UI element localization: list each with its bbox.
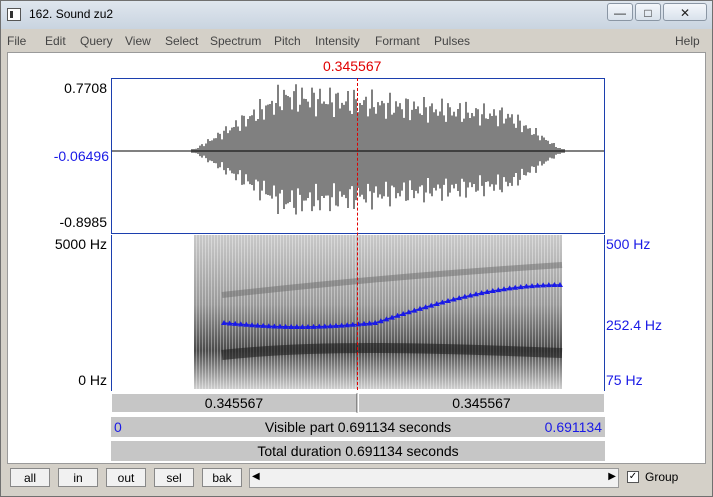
menu-pulses[interactable]: Pulses (434, 34, 470, 48)
title-bar: 162. Sound zu2 — □ ✕ (1, 1, 712, 29)
close-icon[interactable]: ✕ (663, 3, 707, 21)
minimize-icon[interactable]: — (607, 3, 633, 21)
app-icon (7, 8, 21, 21)
total-duration-bar[interactable]: Total duration 0.691134 seconds (111, 441, 605, 461)
menu-query[interactable]: Query (80, 34, 113, 48)
visible-part-text: Visible part 0.691134 seconds (264, 419, 452, 435)
menu-help[interactable]: Help (675, 34, 700, 48)
pitch-bottom-label: 75 Hz (606, 372, 643, 388)
cursor-time-label: 0.345567 (323, 58, 382, 74)
menu-spectrum[interactable]: Spectrum (210, 34, 261, 48)
time-left-segment[interactable]: 0.345567 (111, 393, 357, 413)
zoom-out-button[interactable]: out (106, 468, 146, 487)
pitch-top-label: 500 Hz (606, 236, 651, 252)
menu-pitch[interactable]: Pitch (274, 34, 301, 48)
all-button[interactable]: all (10, 468, 50, 487)
bottom-toolbar: all in out sel bak ◀ ▶ ✓ Group (1, 464, 712, 496)
menu-formant[interactable]: Formant (375, 34, 420, 48)
menu-edit[interactable]: Edit (45, 34, 66, 48)
spectrogram-plot (194, 235, 563, 389)
zoom-in-button[interactable]: in (58, 468, 98, 487)
scroll-right-icon[interactable]: ▶ (608, 471, 616, 482)
time-right-label: 0.345567 (452, 395, 511, 411)
spectrogram-top-freq: 5000 Hz (54, 236, 107, 252)
visible-end: 0.691134 (544, 419, 602, 435)
zoom-selection-button[interactable]: sel (154, 468, 194, 487)
waveform-plot (112, 84, 604, 215)
scroll-left-icon[interactable]: ◀ (252, 471, 260, 482)
menu-view[interactable]: View (125, 34, 151, 48)
time-right-segment[interactable]: 0.345567 (358, 393, 605, 413)
menu-bar: File Edit Query View Select Spectrum Pit… (1, 31, 712, 51)
total-duration-text: Total duration 0.691134 seconds (257, 443, 459, 459)
group-label: Group (645, 470, 679, 484)
time-left-label: 0.345567 (204, 395, 264, 411)
pitch-mid-label: 252.4 Hz (606, 317, 663, 333)
spectrogram-panel[interactable] (111, 235, 605, 391)
spectrogram-bottom-freq: 0 Hz (78, 372, 107, 388)
waveform-zero-label: -0.06496 (53, 148, 109, 164)
group-checkbox[interactable]: ✓ (627, 471, 639, 483)
zoom-back-button[interactable]: bak (202, 468, 242, 487)
menu-file[interactable]: File (7, 34, 26, 48)
praat-window: 162. Sound zu2 — □ ✕ File Edit Query Vie… (0, 0, 713, 497)
waveform-panel[interactable] (111, 78, 605, 234)
waveform-min-label: -0.8985 (59, 214, 107, 230)
cursor-line (357, 78, 358, 390)
waveform-max-label: 0.7708 (64, 80, 107, 96)
menu-intensity[interactable]: Intensity (315, 34, 360, 48)
time-bar: 0.345567 0.345567 (111, 393, 605, 413)
maximize-icon[interactable]: □ (635, 3, 661, 21)
window-title: 162. Sound zu2 (29, 7, 114, 21)
horizontal-scrollbar[interactable]: ◀ ▶ (249, 468, 619, 488)
menu-select[interactable]: Select (165, 34, 198, 48)
visible-part-bar[interactable]: 0 Visible part 0.691134 seconds 0.691134 (111, 417, 605, 437)
